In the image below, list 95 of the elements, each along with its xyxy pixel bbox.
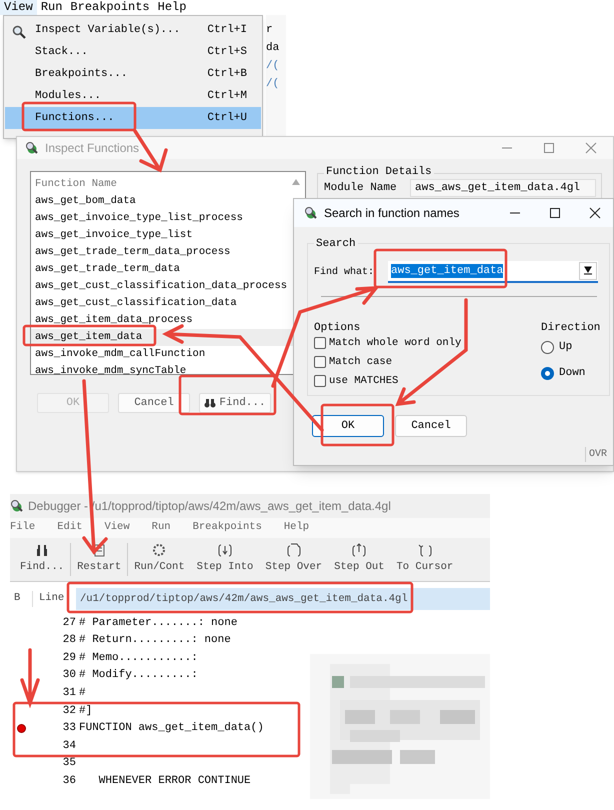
menu-item[interactable]: Breakpoints	[192, 520, 262, 536]
window-title: Search in function names	[324, 205, 460, 222]
maximize-icon	[549, 207, 561, 219]
line-number: 30	[62, 668, 76, 684]
code-line: FUNCTION aws_get_item_data()	[78, 721, 264, 736]
shortcut-label: Ctrl+S	[207, 44, 247, 60]
menu-item[interactable]: View	[0, 0, 37, 15]
menu-item[interactable]: Breakpoints	[66, 0, 154, 15]
field-label: Find what:	[314, 266, 374, 280]
field-label: Module Name	[324, 182, 397, 195]
menu-item[interactable]: Run	[36, 0, 66, 15]
column-header: Function Name	[34, 177, 117, 192]
checkbox-option[interactable]: Match whole word only	[314, 336, 462, 350]
dialog-button[interactable]: Cancel	[395, 415, 467, 437]
close-icon	[585, 142, 597, 154]
search-icon	[12, 25, 26, 39]
line-number: 32	[62, 704, 76, 719]
code-line: # Memo...........:	[78, 650, 198, 666]
step-over-icon	[286, 543, 301, 558]
line-number: 34	[62, 738, 76, 754]
shortcut-label: Ctrl+I	[207, 22, 247, 38]
code-line: # Modify.........:	[78, 668, 198, 684]
dialog-button[interactable]: OK	[312, 415, 384, 437]
menu-item[interactable]: Modules... Ctrl+M	[5, 85, 261, 107]
menu-item[interactable]: File	[10, 520, 36, 536]
file-path: /u1/topprod/tiptop/aws/42m/aws_aws_get_item_data.4gl	[76, 588, 490, 610]
toolbar-button[interactable]: Step Out	[328, 543, 390, 576]
menu-item[interactable]: Inspect Variable(s)... Ctrl+I	[5, 19, 261, 41]
toolbar-button[interactable]: To Cursor	[390, 543, 460, 576]
toolbar-button[interactable]: Step Into	[190, 543, 260, 576]
code-line: # Parameter.......: none	[78, 616, 238, 631]
gear-icon	[152, 543, 166, 558]
menu-label: Inspect Variable(s)...	[35, 22, 180, 38]
selected-text: aws_get_item_data	[391, 264, 504, 278]
cursor-brace-icon	[418, 543, 432, 558]
text-fragment: r	[266, 23, 274, 37]
input-field[interactable]: aws_get_item_data	[388, 261, 598, 283]
line-number: 27	[62, 616, 76, 631]
line-number: 28	[62, 633, 76, 648]
shortcut-label: Ctrl+M	[207, 88, 247, 104]
menu-item[interactable]: Run	[152, 520, 171, 536]
menu-item[interactable]: Help	[154, 0, 190, 15]
section-title: Options	[314, 321, 360, 336]
shortcut-label: Ctrl+B	[207, 66, 247, 82]
code-line: WHENEVER ERROR CONTINUE	[98, 774, 251, 789]
app-icon	[304, 206, 318, 220]
menu-item[interactable]: Breakpoints... Ctrl+B	[5, 63, 261, 85]
binoculars-icon	[35, 543, 50, 558]
step-into-icon	[218, 543, 232, 558]
line-number: 33	[62, 721, 76, 736]
menu-label: Stack...	[35, 44, 88, 60]
menu-label: Functions...	[35, 110, 114, 126]
step-out-icon	[352, 543, 366, 558]
checkbox-option[interactable]: Match case	[314, 355, 462, 369]
text-fragment: /(	[266, 77, 280, 91]
dropdown-icon	[579, 262, 597, 280]
section-title: Direction	[541, 321, 600, 336]
binoculars-icon	[204, 398, 216, 408]
scroll-up-icon	[292, 179, 300, 185]
radio-option[interactable]: Down	[541, 366, 586, 380]
menu-item[interactable]: Edit	[57, 520, 82, 536]
maximize-icon	[543, 142, 555, 154]
code-line: #	[78, 686, 86, 701]
dialog-button[interactable]: Find...	[199, 393, 271, 413]
line-number: 31	[62, 686, 76, 701]
line-number: 29	[62, 650, 76, 666]
menu-item[interactable]: View	[104, 520, 130, 536]
app-icon	[10, 499, 24, 513]
text-fragment: da	[266, 41, 280, 55]
menu-item[interactable]: Help	[284, 520, 310, 536]
close-icon	[589, 207, 601, 219]
window-title: Inspect Functions	[45, 140, 140, 157]
dialog-button[interactable]: Cancel	[118, 393, 190, 413]
menu-label: Breakpoints...	[35, 66, 128, 82]
breakpoint-marker[interactable]	[17, 724, 26, 733]
shortcut-label: Ctrl+U	[207, 110, 247, 126]
line-number: 35	[62, 756, 76, 772]
toolbar-button[interactable]: Run/Cont	[128, 543, 191, 576]
window-title: Debugger - /u1/topprod/tiptop/aws/42m/aws_aws_get_item_data.4gl	[28, 498, 391, 515]
column-header: B	[13, 591, 22, 606]
line-number: 36	[62, 774, 76, 789]
toolbar-button[interactable]: Step Over	[259, 543, 328, 576]
text-fragment: /(	[266, 59, 280, 73]
code-line: # Return.........: none	[78, 633, 231, 648]
toolbar-button[interactable]: Find...	[14, 543, 70, 576]
menu-item[interactable]: Stack... Ctrl+S	[5, 41, 261, 63]
arrow	[20, 648, 40, 708]
toolbar-button[interactable]: Restart	[70, 543, 128, 576]
menu-label: Modules...	[35, 88, 102, 104]
checkbox-option[interactable]: use MATCHES	[314, 374, 462, 388]
radio-option[interactable]: Up	[541, 340, 586, 354]
app-icon	[25, 141, 39, 155]
code-line: #]	[78, 704, 92, 719]
status-indicator: OVR	[584, 447, 607, 462]
menu-item[interactable]: Functions... Ctrl+U	[5, 107, 261, 129]
